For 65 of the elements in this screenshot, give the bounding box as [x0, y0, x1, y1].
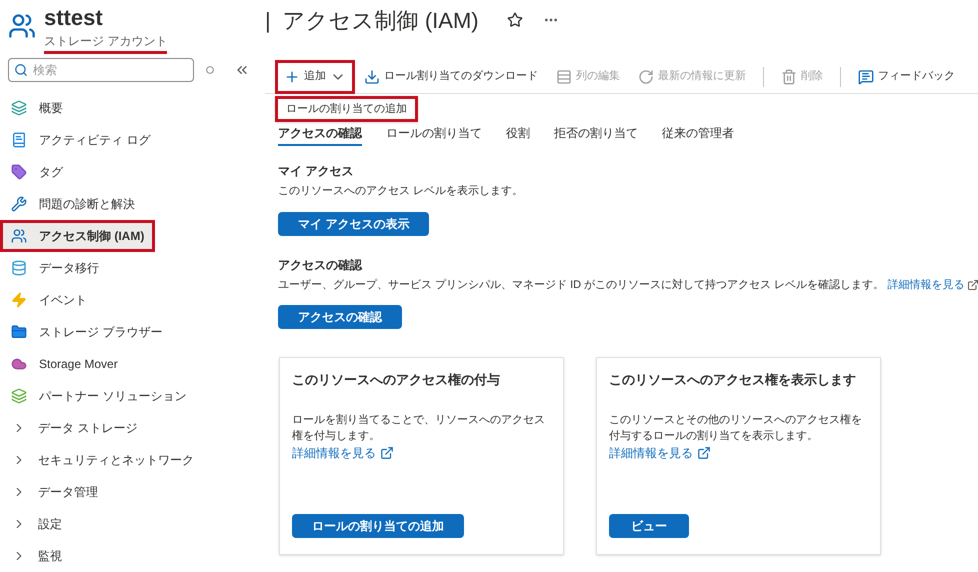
columns-icon	[556, 68, 572, 84]
feedback-icon	[858, 68, 874, 84]
sidebar-item[interactable]: データ移行	[0, 252, 258, 284]
sidebar-group[interactable]: 設定	[0, 508, 258, 540]
card-button[interactable]: ビュー	[609, 514, 689, 538]
sidebar-group[interactable]: セキュリティとネットワーク	[0, 444, 258, 476]
page-title: アクセス制御 (IAM)	[282, 6, 479, 34]
feedback-button[interactable]: フィードバック	[849, 60, 964, 94]
plus-icon	[284, 68, 300, 84]
card-title: このリソースへのアクセス権の付与	[292, 371, 501, 389]
card-button[interactable]: ロールの割り当ての追加	[292, 514, 464, 538]
primary-button[interactable]: マイ アクセスの表示	[278, 212, 430, 236]
resource-type: ストレージ アカウント	[44, 32, 168, 54]
add-button[interactable]: 追加	[275, 60, 355, 94]
download-icon	[364, 68, 380, 84]
learn-more-link[interactable]: 詳細情報を見る	[887, 278, 964, 290]
sidebar-group[interactable]: データ管理	[0, 476, 258, 508]
card-title: このリソースへのアクセス権を表示します	[609, 371, 857, 389]
refresh-icon	[638, 68, 654, 84]
search-field[interactable]: 検索	[8, 58, 194, 82]
learn-more-link[interactable]: 詳細情報を見る	[609, 444, 693, 462]
card-description: ロールを割り当てることで、リソースへのアクセス権を付与します。	[292, 412, 546, 444]
external-link-icon	[967, 278, 978, 291]
sidebar-item[interactable]: ストレージ ブラウザー	[0, 316, 258, 348]
stack-icon	[11, 388, 27, 404]
book-icon	[11, 132, 27, 148]
trash-icon	[781, 68, 797, 84]
sidebar-group[interactable]: 監視	[0, 540, 258, 572]
sidebar-item[interactable]: パートナー ソリューション	[0, 380, 258, 412]
resource-name: sttest	[44, 4, 104, 32]
people-icon	[11, 228, 27, 244]
tab[interactable]: 役割	[506, 124, 530, 146]
tab[interactable]: 拒否の割り当て	[554, 124, 638, 146]
section-description: ユーザー、グループ、サービス プリンシパル、マネージド ID がこのリソースに対して持つアクセス レベルを確認します。 詳細情報を見る	[278, 276, 978, 293]
tab[interactable]: 従来の管理者	[662, 124, 734, 146]
sidebar-item[interactable]: タグ	[0, 156, 258, 188]
sidebar-item[interactable]: アクセス制御 (IAM)	[0, 220, 156, 252]
tab[interactable]: アクセスの確認	[278, 124, 362, 146]
folder-icon	[11, 324, 27, 340]
section-heading: マイ アクセス	[278, 163, 354, 180]
external-link-icon	[697, 446, 711, 460]
lightning-icon	[11, 292, 27, 308]
primary-button[interactable]: アクセスの確認	[278, 305, 402, 329]
people-icon	[8, 12, 36, 40]
wrench-icon	[11, 196, 27, 212]
menu-item[interactable]: ロールの割り当ての追加	[275, 96, 418, 122]
section-description: このリソースへのアクセス レベルを表示します。	[278, 184, 524, 199]
sidebar-item[interactable]: 概要	[0, 92, 258, 124]
sidebar-item[interactable]: Storage Mover	[0, 348, 258, 380]
tab[interactable]: ロールの割り当て	[386, 124, 482, 146]
sidebar-item[interactable]: アクティビティ ログ	[0, 124, 258, 156]
tag-icon	[11, 164, 27, 180]
search-icon	[14, 63, 28, 77]
title-separator: |	[265, 6, 271, 35]
learn-more-link[interactable]: 詳細情報を見る	[292, 444, 376, 462]
cloud-icon	[11, 356, 27, 372]
external-link-icon	[380, 446, 394, 460]
database-icon	[11, 260, 27, 276]
section-heading: アクセスの確認	[278, 256, 364, 274]
sidebar-item[interactable]: イベント	[0, 284, 258, 316]
download-button[interactable]: ロール割り当てのダウンロード	[355, 60, 547, 94]
card-description: このリソースとその他のリソースへのアクセス権を付与するロールの割り当てを表示します。	[609, 412, 863, 444]
star-icon[interactable]	[506, 12, 523, 28]
sidebar-item[interactable]: 問題の診断と解決	[0, 188, 258, 220]
sidebar-group[interactable]: データ ストレージ	[0, 412, 258, 444]
